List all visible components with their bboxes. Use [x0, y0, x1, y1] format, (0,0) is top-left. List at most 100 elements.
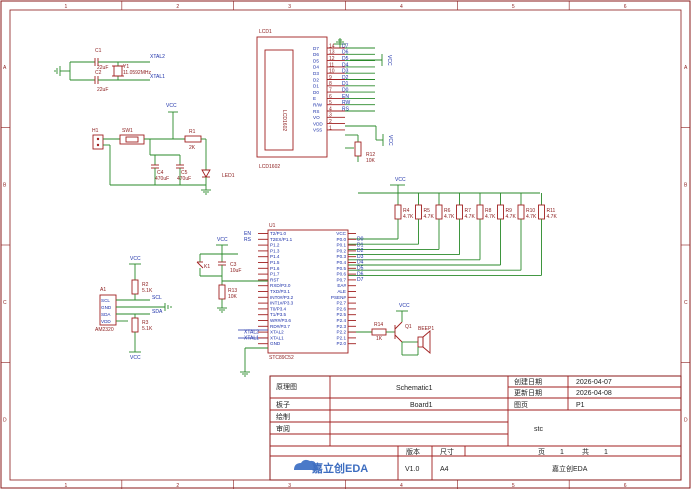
lcd-pin-name: R/W: [313, 103, 323, 108]
u1-right-pin: P0.4: [337, 260, 347, 265]
lcd-net-label: D4: [342, 62, 349, 68]
a1-val: AM2320: [95, 327, 114, 333]
u1-right-pin: P0.3: [337, 254, 347, 259]
lcd-vcc-label: VCC: [386, 55, 392, 66]
schematic-canvas[interactable]: 112233445566A AB BC CD D C1 22uF C2 22uF Y1 …: [0, 0, 692, 490]
u1-right-pin: P2.2: [337, 330, 347, 335]
tb-value-page: P1: [576, 402, 585, 409]
schematic-sheet: 112233445566AABBCCDD C1 22uF C2 22uF Y1 …: [0, 0, 692, 490]
u1-right-pin: PSEN#: [331, 295, 347, 300]
reset-vcc-label: VCC: [217, 237, 228, 243]
u1-right-pin: P2.7: [337, 301, 347, 306]
u1-ref: U1: [269, 223, 276, 229]
c4-val: 470uF: [155, 176, 169, 182]
c2-ref: C2: [95, 70, 102, 76]
ruler-row-right: D: [684, 417, 688, 423]
lcd-pin-name: D3: [313, 71, 319, 76]
lcd-pin-name: D6: [313, 52, 319, 57]
u1-val: STC89C52: [269, 355, 294, 361]
u1-right-pin: P2.5: [337, 312, 347, 317]
lcd-pin-num: 4: [329, 106, 332, 112]
lcd-pin-name: VO: [313, 115, 320, 120]
c5-val: 470uF: [177, 176, 191, 182]
vcc-power-label: VCC: [166, 103, 177, 109]
tb-label-created: 创建日期: [514, 377, 542, 386]
lcd-pin-num: 11: [329, 62, 334, 68]
u1-left-pin: RST: [270, 277, 279, 282]
u1-right-pin: P2.6: [337, 306, 347, 311]
a1-pin-vdd: VDD: [101, 319, 111, 324]
scl-net-label: SCL: [152, 295, 162, 301]
u1-right-pin: P0.7: [337, 277, 347, 282]
r2-val: 5.1K: [142, 288, 153, 294]
ruler-col-bottom: 2: [176, 483, 179, 489]
lcd-pin-num: 7: [329, 88, 332, 94]
u1-right-pin: ALE: [337, 289, 346, 294]
lcd-pin-name: RS: [313, 109, 319, 114]
c2-val: 22uF: [97, 87, 108, 93]
tb-value-diagram: Schematic1: [396, 385, 433, 392]
u1-left-pin: P1.2: [270, 243, 280, 248]
lcd-pin-name: D1: [313, 84, 319, 89]
ruler-col-bottom: 5: [512, 483, 515, 489]
lcd-net-label: D5: [342, 56, 349, 62]
lcd-pin-num: 6: [329, 94, 332, 100]
c1-ref: C1: [95, 48, 102, 54]
y1-val: 11.0592MHz: [123, 70, 151, 76]
u1-left-pin: P1.5: [270, 260, 280, 265]
tb-total-word: 共: [582, 447, 589, 456]
pullup-val: 4.7K: [424, 214, 435, 220]
lcd-pin-num: 12: [329, 56, 335, 62]
lcd-pin-name: D2: [313, 77, 319, 82]
a1-pin-gnd: GND: [101, 305, 112, 310]
r13-val: 10K: [228, 294, 238, 300]
lcd-net-label: D0: [342, 88, 349, 94]
ruler-row-left: D: [3, 417, 7, 423]
lcd-pin-num: 3: [329, 113, 332, 119]
buzzer-vcc-label: VCC: [399, 303, 410, 309]
lcd-vdd-vcc-label: VCC: [387, 135, 393, 146]
tb-label-draw: 绘制: [276, 412, 290, 421]
ruler-row-left: C: [3, 300, 7, 306]
a1-ref: A1: [100, 287, 106, 293]
tb-value-version: V1.0: [405, 466, 420, 473]
lcd-pin-num: 5: [329, 100, 332, 106]
u1-left-pin: INT1#/P3.3: [270, 301, 294, 306]
pullup-val: 4.7K: [526, 214, 537, 220]
lcd-net-label: D3: [342, 69, 349, 75]
u1-right-pin: P2.4: [337, 318, 347, 323]
ruler-col-top: 4: [400, 4, 403, 10]
u1-left-pin: INT0#/P3.2: [270, 295, 294, 300]
xtal1-net-label: XTAL1: [150, 74, 165, 80]
tb-label-updated: 更新日期: [514, 388, 542, 397]
r12-val: 10K: [366, 158, 376, 164]
lcd-pin-name: D7: [313, 46, 319, 51]
ruler-col-bottom: 4: [400, 483, 403, 489]
lcd-pin-num: 14: [329, 43, 335, 49]
xtal2-net-label: XTAL2: [150, 54, 165, 60]
sensor-vcc-bottom-label: VCC: [130, 355, 141, 361]
a1-pin-scl: SCL: [101, 298, 110, 303]
lcd-pin-name: D5: [313, 58, 319, 63]
r14-val: 1K: [376, 336, 383, 342]
lcd-net-label: D2: [342, 75, 349, 81]
tb-label-review: 审阅: [276, 424, 290, 433]
tb-label-size: 尺寸: [440, 447, 454, 456]
tb-value-created: 2026-04-07: [576, 379, 612, 386]
tb-value-creator: 嘉立创EDA: [552, 464, 588, 473]
u1-right-pin: P2.0: [337, 341, 347, 346]
sensor-vcc-label: VCC: [130, 256, 141, 262]
pullup-val: 4.7K: [506, 214, 517, 220]
ruler-col-bottom: 1: [65, 483, 68, 489]
lcd-pin-num: 8: [329, 81, 332, 87]
ruler-col-top: 1: [65, 4, 68, 10]
ruler-col-top: 5: [512, 4, 515, 10]
sda-net-label: SDA: [152, 309, 163, 315]
k1-label: K1: [204, 264, 210, 270]
u1-right-pin: VCC: [336, 231, 346, 236]
ruler-col-bottom: 3: [288, 483, 291, 489]
u1-left-pin: P1.4: [270, 254, 280, 259]
lcd-val: LCD1602: [259, 164, 280, 170]
u1-left-pin: T2/P1.0: [270, 231, 287, 236]
u1-left-pin: XTAL1: [270, 335, 284, 340]
